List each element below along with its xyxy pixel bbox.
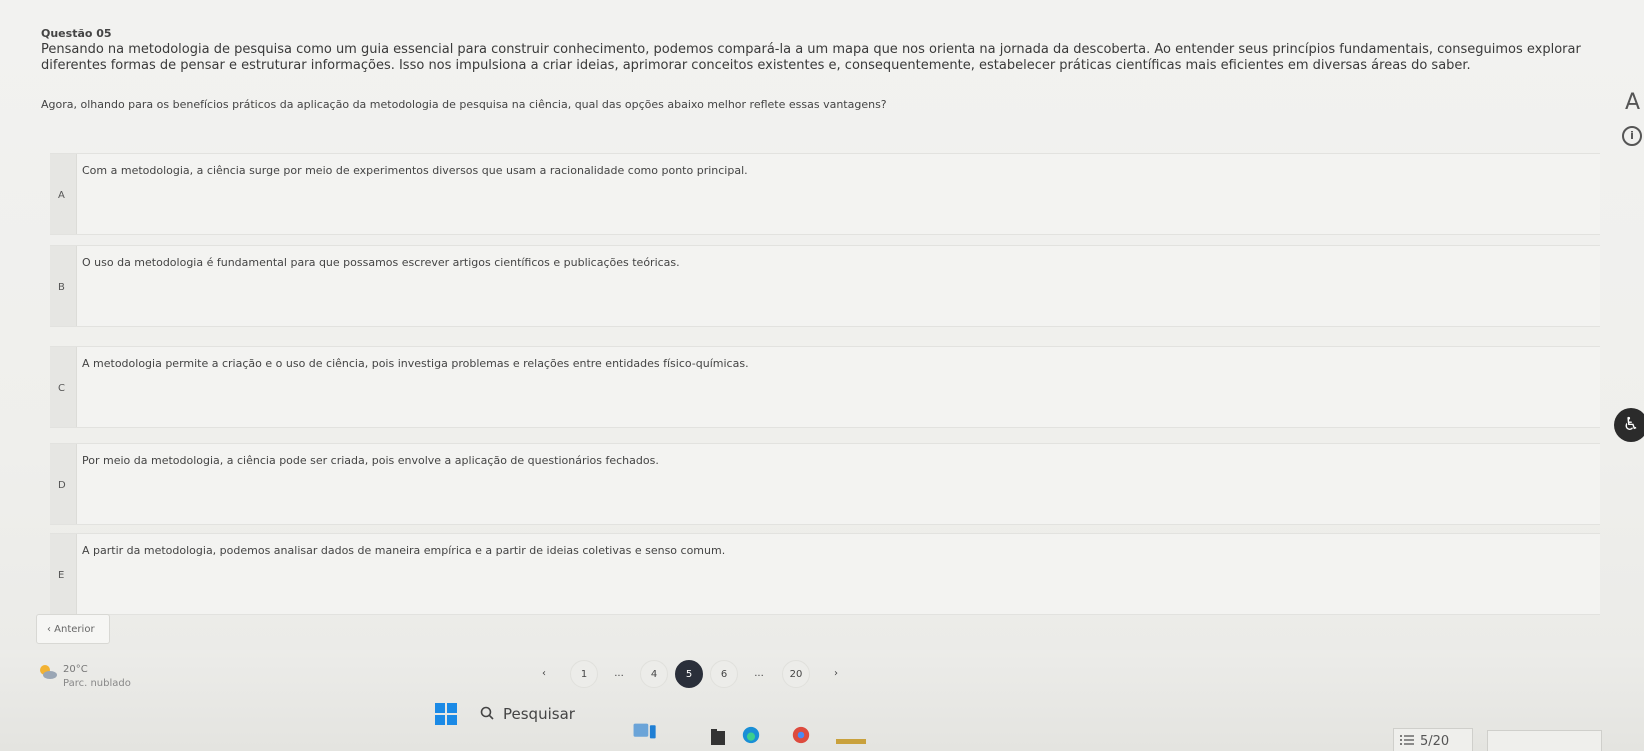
- taskbar-app-icon[interactable]: [836, 733, 866, 751]
- list-icon: [1400, 735, 1414, 745]
- option-e[interactable]: E A partir da metodologia, podemos anali…: [50, 533, 1600, 615]
- question-prompt: Agora, olhando para os benefícios prátic…: [41, 98, 887, 111]
- option-letter-box: A: [50, 154, 77, 234]
- pager-page-4[interactable]: 4: [640, 660, 668, 688]
- option-letter-box: E: [50, 534, 77, 614]
- option-text: A partir da metodologia, podemos analisa…: [82, 544, 726, 557]
- option-letter: D: [58, 480, 66, 491]
- pager-ellipsis: ...: [614, 668, 624, 679]
- option-text: O uso da metodologia é fundamental para …: [82, 256, 680, 269]
- pager-page-1[interactable]: 1: [570, 660, 598, 688]
- option-d[interactable]: D Por meio da metodologia, a ciência pod…: [50, 443, 1600, 525]
- weather-desc: Parc. nublado: [63, 678, 131, 689]
- exam-screen: Questão 05 Pensando na metodologia de pe…: [0, 0, 1644, 751]
- option-a[interactable]: A Com a metodologia, a ciência surge por…: [50, 153, 1600, 235]
- pager-ellipsis: ...: [754, 668, 764, 679]
- windows-start-icon[interactable]: [435, 703, 457, 725]
- widgets-icon[interactable]: [630, 722, 660, 740]
- option-letter-box: C: [50, 347, 77, 427]
- option-text: A metodologia permite a criação e o uso …: [82, 357, 749, 370]
- option-text: Por meio da metodologia, a ciência pode …: [82, 454, 659, 467]
- font-size-icon[interactable]: A: [1625, 90, 1640, 115]
- option-letter-box: D: [50, 444, 77, 524]
- partly-cloudy-icon: [40, 665, 57, 679]
- accessibility-icon[interactable]: ♿: [1614, 408, 1644, 442]
- info-icon[interactable]: i: [1622, 126, 1642, 146]
- file-explorer-icon[interactable]: [710, 728, 726, 746]
- search-icon[interactable]: [480, 706, 494, 720]
- chrome-browser-icon[interactable]: [790, 726, 812, 744]
- pager-prev[interactable]: ‹: [530, 660, 558, 688]
- previous-button[interactable]: ‹ Anterior: [36, 614, 110, 644]
- edge-browser-icon[interactable]: [740, 726, 762, 744]
- question-title: Questão 05: [41, 27, 112, 40]
- option-b[interactable]: B O uso da metodologia é fundamental par…: [50, 245, 1600, 327]
- pager-page-6[interactable]: 6: [710, 660, 738, 688]
- next-action-box[interactable]: [1487, 730, 1602, 751]
- option-letter: C: [58, 383, 65, 394]
- weather-temp: 20°C: [63, 664, 88, 675]
- question-counter-text: 5/20: [1420, 734, 1450, 749]
- pager-next[interactable]: ›: [822, 660, 850, 688]
- question-statement: Pensando na metodologia de pesquisa como…: [41, 42, 1581, 73]
- option-letter: A: [58, 190, 65, 201]
- option-letter: B: [58, 282, 65, 293]
- option-text: Com a metodologia, a ciência surge por m…: [82, 164, 748, 177]
- pager-page-20[interactable]: 20: [782, 660, 810, 688]
- taskbar-search-label[interactable]: Pesquisar: [503, 705, 575, 723]
- pager-page-5[interactable]: 5: [675, 660, 703, 688]
- option-letter-box: B: [50, 246, 77, 326]
- option-c[interactable]: C A metodologia permite a criação e o us…: [50, 346, 1600, 428]
- option-letter: E: [58, 570, 65, 581]
